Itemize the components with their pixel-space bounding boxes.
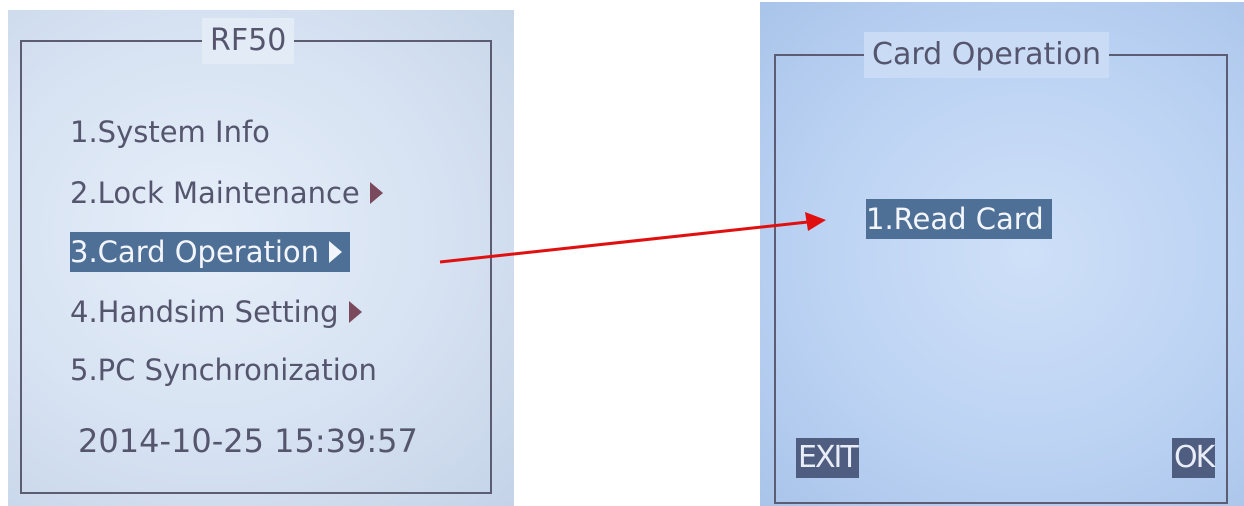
arrow-head-icon <box>805 212 826 231</box>
navigation-arrow <box>439 212 826 264</box>
arrow-line <box>439 220 809 264</box>
